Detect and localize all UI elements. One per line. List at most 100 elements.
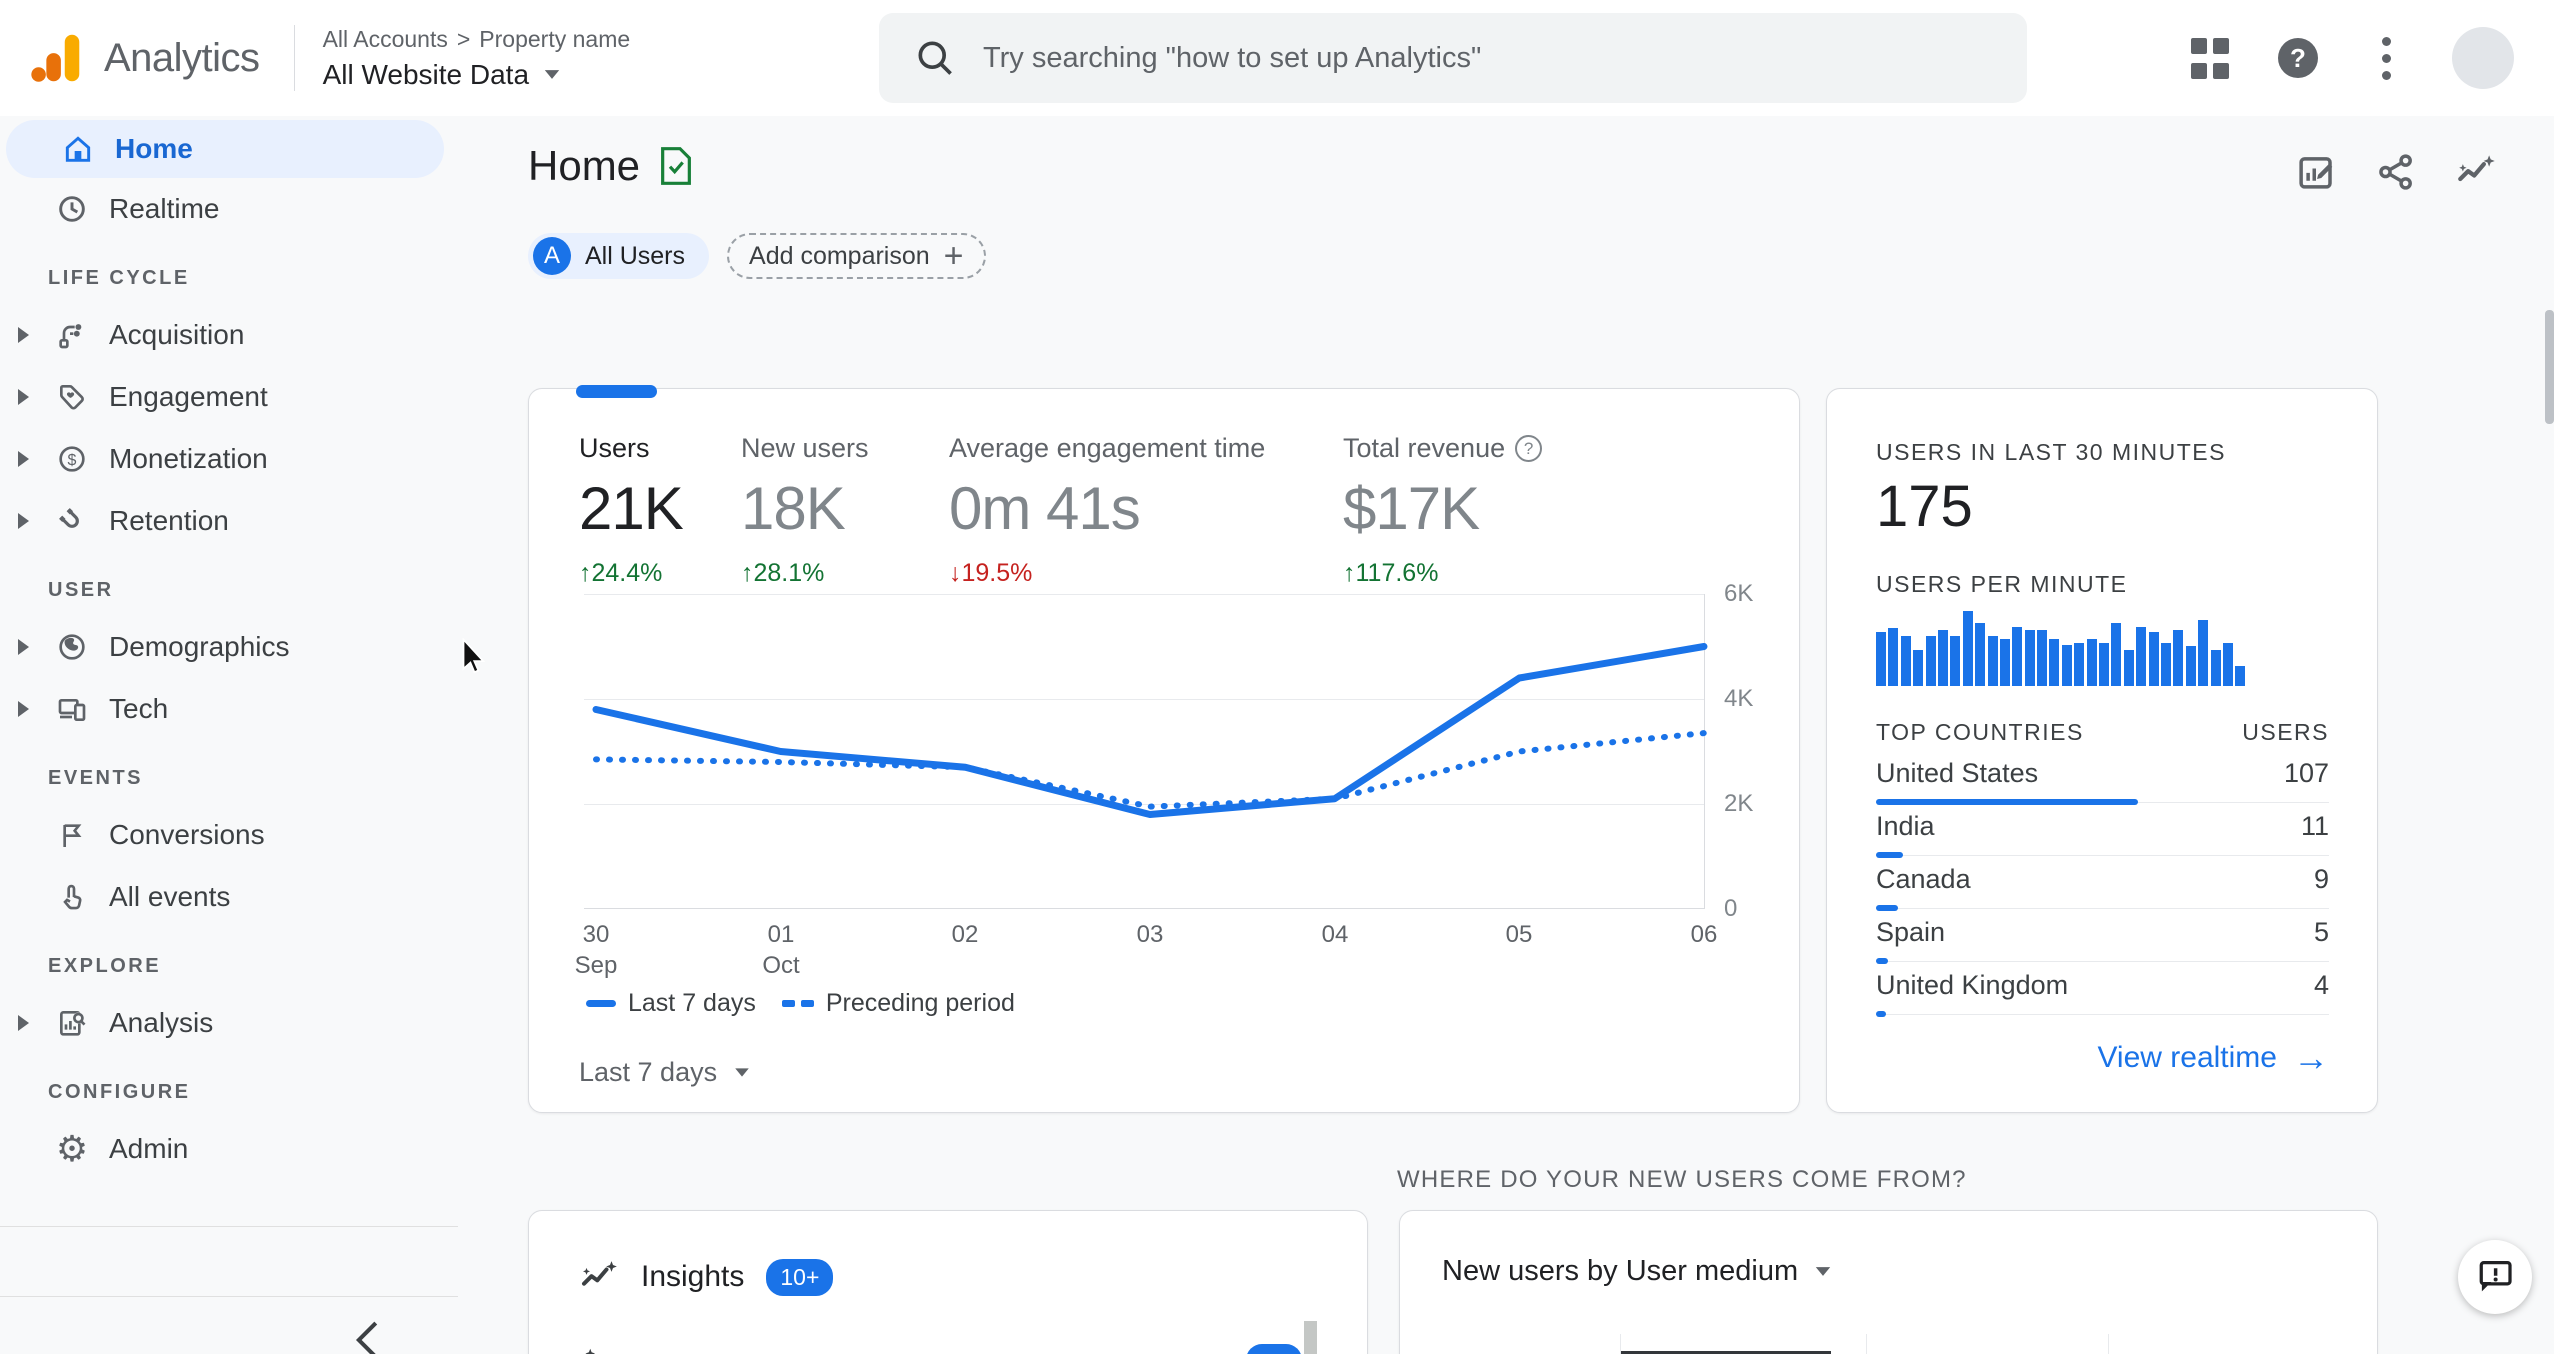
sidebar-item-acquisition[interactable]: Acquisition — [0, 304, 458, 366]
sidebar-item-realtime[interactable]: Realtime — [0, 178, 458, 240]
page-scrollbar[interactable] — [2545, 310, 2554, 424]
customize-report-icon[interactable] — [2290, 146, 2342, 198]
add-comparison-button[interactable]: Add comparison + — [727, 233, 986, 279]
breadcrumb-account[interactable]: All Accounts — [323, 26, 448, 53]
table-row[interactable]: Canada 9 — [1876, 858, 2329, 911]
sidebar-item-monetization[interactable]: $ Monetization — [0, 428, 458, 490]
metric-engagement-time[interactable]: Average engagement time 0m 41s ↓19.5% — [949, 433, 1265, 588]
per-minute-bar — [2099, 643, 2110, 686]
sidebar-item-retention[interactable]: Retention — [0, 490, 458, 552]
per-minute-bar — [1913, 650, 1924, 686]
country-users: 9 — [2313, 864, 2329, 894]
breadcrumb-separator: > — [456, 25, 471, 52]
property-selector-label: All Website Data — [322, 58, 530, 90]
table-row[interactable]: India 11 — [1876, 805, 2329, 858]
insights-scrollbar[interactable] — [1304, 1321, 1317, 1354]
all-users-chip-label: All Users — [585, 241, 686, 270]
expand-icon[interactable] — [0, 513, 46, 529]
topbar: Analytics All Accounts > Property name A… — [0, 0, 2554, 116]
sidebar-item-label: Home — [115, 133, 193, 164]
sidebar-item-label: Conversions — [109, 819, 265, 850]
metric-total-revenue[interactable]: Total revenue? $17K ↑117.6% — [1343, 433, 1543, 588]
country-users: 107 — [2283, 758, 2329, 788]
per-minute-bar — [1962, 611, 1973, 686]
collapse-sidebar-icon[interactable] — [352, 1318, 386, 1354]
per-minute-bar — [2111, 623, 2122, 686]
insights-sparkline-icon[interactable] — [2450, 146, 2502, 198]
insight-badge-partial[interactable] — [1246, 1344, 1302, 1354]
x-axis-tick: 01 Oct — [762, 921, 800, 979]
view-realtime-label: View realtime — [2097, 1041, 2277, 1074]
metric-value: 21K — [579, 475, 684, 542]
trend-arrow-icon: ↑ — [741, 559, 754, 587]
more-vert-icon[interactable] — [2364, 36, 2408, 80]
page-title: Home — [528, 142, 694, 190]
per-minute-bar — [2037, 630, 2048, 686]
sidebar-item-admin[interactable]: ⚙ Admin — [0, 1118, 458, 1180]
sidebar-item-analysis[interactable]: Analysis — [0, 992, 458, 1054]
all-users-chip[interactable]: A All Users — [528, 233, 710, 279]
metric-value: $17K — [1343, 475, 1480, 542]
view-realtime-link[interactable]: View realtime → — [2097, 1037, 2329, 1079]
sidebar-item-engagement[interactable]: Engagement — [0, 366, 458, 428]
metric-label: New users — [741, 433, 869, 463]
table-row[interactable]: Spain 5 — [1876, 911, 2329, 964]
retention-icon — [46, 505, 98, 537]
legend-preceding-period: Preceding period — [781, 989, 1015, 1018]
apps-grid-icon[interactable] — [2188, 36, 2232, 80]
period-selector[interactable]: Last 7 days — [579, 1057, 751, 1088]
per-minute-bar — [2061, 645, 2072, 686]
metric-new-users[interactable]: New users 18K ↑28.1% — [741, 433, 869, 588]
breadcrumb-property[interactable]: Property name — [479, 26, 630, 53]
per-minute-bar — [2024, 630, 2035, 686]
property-selector[interactable]: All Website Data — [323, 59, 631, 91]
insight-item-icon — [561, 1345, 597, 1354]
expand-icon[interactable] — [0, 389, 46, 405]
active-tab-indicator[interactable] — [576, 385, 657, 398]
sidebar: Home Realtime LIFE CYCLE Acquisition Eng… — [0, 116, 458, 1354]
analytics-logo[interactable]: Analytics — [0, 27, 260, 89]
feedback-button[interactable] — [2458, 1240, 2532, 1314]
expand-icon[interactable] — [0, 639, 46, 655]
expand-icon[interactable] — [0, 451, 46, 467]
expand-icon[interactable] — [0, 1015, 46, 1031]
search-input[interactable] — [983, 41, 1883, 75]
table-row[interactable]: United States 107 — [1876, 752, 2329, 805]
insights-count-badge[interactable]: 10+ — [766, 1258, 834, 1296]
metric-users[interactable]: Users 21K ↑24.4% — [579, 433, 684, 588]
share-icon[interactable] — [2370, 146, 2422, 198]
sidebar-item-conversions[interactable]: Conversions — [0, 804, 458, 866]
sidebar-item-home[interactable]: Home — [6, 120, 444, 178]
clock-icon — [46, 193, 98, 225]
dimension-selector-label: New users by User medium — [1442, 1255, 1799, 1287]
realtime-users-value: 175 — [1876, 474, 1973, 539]
table-row[interactable]: United Kingdom 4 — [1876, 964, 2329, 1017]
help-icon[interactable]: ? — [1515, 435, 1543, 462]
per-minute-bar — [1900, 636, 1911, 686]
help-icon[interactable]: ? — [2276, 36, 2320, 80]
sidebar-divider — [0, 1226, 458, 1227]
sidebar-divider — [0, 1296, 458, 1297]
solid-line-swatch — [586, 1000, 616, 1007]
chart-gridline — [2108, 1334, 2109, 1354]
verified-report-icon — [661, 147, 691, 185]
metric-value: 0m 41s — [949, 475, 1141, 542]
y-axis-tick: 4K — [1724, 685, 1754, 712]
dimension-selector[interactable]: New users by User medium — [1442, 1255, 1832, 1288]
per-minute-bar — [2185, 646, 2196, 686]
expand-icon[interactable] — [0, 701, 46, 717]
sidebar-item-tech[interactable]: Tech — [0, 678, 458, 740]
period-selector-label: Last 7 days — [579, 1057, 718, 1087]
users-line-chart[interactable] — [584, 594, 1746, 909]
sidebar-item-all-events[interactable]: All events — [0, 866, 458, 928]
per-minute-bar — [1975, 623, 1986, 686]
per-minute-bar — [1950, 636, 1961, 686]
insights-header: Insights 10+ — [579, 1257, 834, 1297]
dotted-line-swatch — [781, 1000, 814, 1007]
sidebar-item-demographics[interactable]: Demographics — [0, 616, 458, 678]
country-name: United Kingdom — [1876, 970, 2069, 1000]
per-minute-bar — [2173, 630, 2184, 686]
search-bar[interactable] — [879, 13, 2027, 103]
avatar[interactable] — [2452, 27, 2514, 89]
expand-icon[interactable] — [0, 327, 46, 343]
